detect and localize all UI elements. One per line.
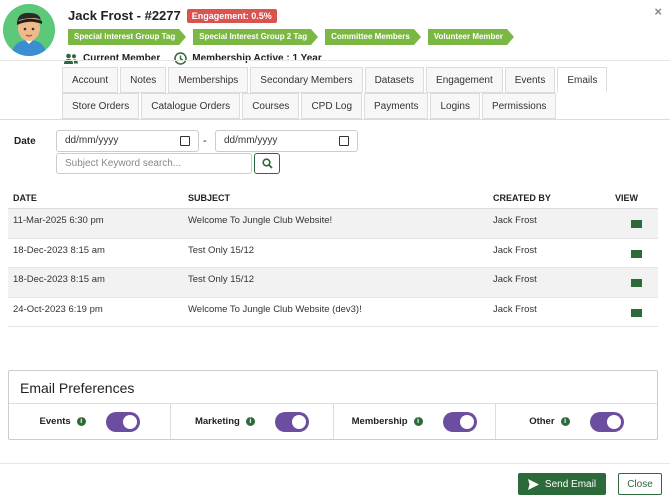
- row-subject: Welcome To Jungle Club Website (dev3)!: [188, 303, 362, 315]
- row-subject: Test Only 15/12: [188, 244, 255, 256]
- current-member-status: Current Member: [83, 53, 161, 64]
- date-to-input[interactable]: dd/mm/yyyy: [215, 130, 358, 152]
- header-divider: [0, 60, 670, 61]
- pref-marketing: Marketing i: [171, 404, 334, 439]
- member-name: Jack Frost - #2277: [68, 8, 181, 23]
- tab-catalogue-orders[interactable]: Catalogue Orders: [141, 93, 241, 119]
- tabs-divider: [0, 119, 670, 120]
- tab-emails[interactable]: Emails: [557, 67, 608, 93]
- calendar-icon[interactable]: [339, 136, 349, 146]
- search-icon: [261, 158, 273, 169]
- close-button[interactable]: Close: [618, 473, 662, 495]
- engagement-badge: Engagement: 0.5%: [186, 8, 277, 23]
- footer-divider: [0, 463, 670, 464]
- pref-label: Marketing: [194, 416, 240, 427]
- date-label: Date: [14, 136, 36, 147]
- pref-membership: Membership i: [334, 404, 496, 439]
- member-tag: Special Interest Group Tag: [68, 29, 187, 45]
- users-icon: [64, 53, 78, 64]
- view-email-icon[interactable]: [631, 220, 642, 228]
- search-button[interactable]: [254, 153, 280, 174]
- send-icon: [527, 478, 539, 490]
- send-email-button[interactable]: Send Email: [518, 473, 606, 495]
- marketing-toggle[interactable]: [274, 411, 309, 432]
- date-from-input[interactable]: dd/mm/yyyy: [56, 130, 199, 152]
- info-icon[interactable]: i: [245, 417, 255, 426]
- tab-memberships[interactable]: Memberships: [168, 67, 249, 93]
- info-icon[interactable]: i: [560, 417, 570, 426]
- tab-payments[interactable]: Payments: [364, 93, 429, 119]
- table-row: 24-Oct-2023 6:19 pm Welcome To Jungle Cl…: [8, 298, 658, 327]
- tab-datasets[interactable]: Datasets: [364, 67, 425, 93]
- membership-toggle[interactable]: [442, 411, 477, 432]
- view-email-icon[interactable]: [631, 308, 642, 317]
- tab-engagement[interactable]: Engagement: [426, 67, 503, 93]
- pref-other: Other i: [496, 404, 657, 439]
- col-view-header: VIEW: [615, 192, 639, 203]
- emails-table: DATE SUBJECT CREATED BY VIEW 11-Mar-2025…: [8, 187, 658, 327]
- row-created-by: Jack Frost: [493, 215, 537, 226]
- col-created-by-header: CREATED BY: [493, 192, 551, 203]
- table-row: 18-Dec-2023 8:15 am Test Only 15/12 Jack…: [8, 268, 658, 298]
- row-date: 24-Oct-2023 6:19 pm: [13, 303, 103, 315]
- pref-label: Other: [529, 416, 555, 427]
- tab-courses[interactable]: Courses: [242, 93, 300, 119]
- info-icon[interactable]: i: [413, 417, 423, 426]
- close-icon[interactable]: ×: [654, 4, 662, 19]
- tab-notes[interactable]: Notes: [120, 67, 167, 93]
- tab-logins[interactable]: Logins: [430, 93, 480, 119]
- date-separator: -: [203, 135, 207, 147]
- row-date: 18-Dec-2023 8:15 am: [13, 274, 105, 285]
- row-date: 18-Dec-2023 8:15 am: [13, 244, 105, 256]
- membership-status: Membership Active : 1 Year: [192, 53, 322, 64]
- tab-account[interactable]: Account: [62, 67, 119, 93]
- other-toggle[interactable]: [589, 411, 624, 432]
- member-tag: Volunteer Member: [427, 29, 515, 45]
- member-tag: Committee Members: [325, 29, 421, 45]
- view-email-icon[interactable]: [631, 279, 642, 287]
- member-tag: Special Interest Group 2 Tag: [193, 29, 318, 45]
- tab-store-orders[interactable]: Store Orders: [62, 93, 140, 119]
- tab-bar-row2: Store Orders Catalogue Orders Courses CPD L…: [62, 93, 558, 119]
- pref-label: Membership: [351, 416, 408, 427]
- row-created-by: Jack Frost: [493, 274, 537, 285]
- email-preferences-title: Email Preferences: [9, 371, 657, 404]
- table-row: 11-Mar-2025 6:30 pm Welcome To Jungle Cl…: [8, 209, 658, 239]
- calendar-icon[interactable]: [180, 136, 190, 146]
- pref-events: Events i: [9, 404, 172, 439]
- tab-permissions[interactable]: Permissions: [481, 93, 557, 119]
- col-subject-header: SUBJECT: [188, 192, 231, 203]
- keyword-search-input[interactable]: Subject Keyword search...: [56, 153, 252, 174]
- table-header: DATE SUBJECT CREATED BY VIEW: [8, 187, 658, 209]
- tab-cpd-log[interactable]: CPD Log: [301, 93, 363, 119]
- pref-label: Events: [39, 416, 71, 427]
- tab-bar-row1: Account Notes Memberships Secondary Members…: [62, 67, 609, 93]
- row-subject: Test Only 15/12: [188, 274, 255, 285]
- clock-icon: [174, 52, 187, 65]
- row-subject: Welcome To Jungle Club Website!: [188, 215, 333, 226]
- row-created-by: Jack Frost: [493, 303, 537, 315]
- member-tags: Special Interest Group Tag Special Intere…: [68, 29, 515, 45]
- events-toggle[interactable]: [105, 411, 140, 432]
- info-icon[interactable]: i: [76, 417, 86, 426]
- table-row: 18-Dec-2023 8:15 am Test Only 15/12 Jack…: [8, 239, 658, 268]
- member-avatar: [3, 4, 55, 56]
- col-date-header: DATE: [13, 192, 37, 203]
- row-date: 11-Mar-2025 6:30 pm: [13, 215, 104, 226]
- row-created-by: Jack Frost: [493, 244, 537, 256]
- email-preferences-panel: Email Preferences Events i Marketing i M…: [8, 370, 658, 440]
- tab-secondary-members[interactable]: Secondary Members: [250, 67, 363, 93]
- view-email-icon[interactable]: [631, 249, 642, 258]
- tab-events[interactable]: Events: [504, 67, 556, 93]
